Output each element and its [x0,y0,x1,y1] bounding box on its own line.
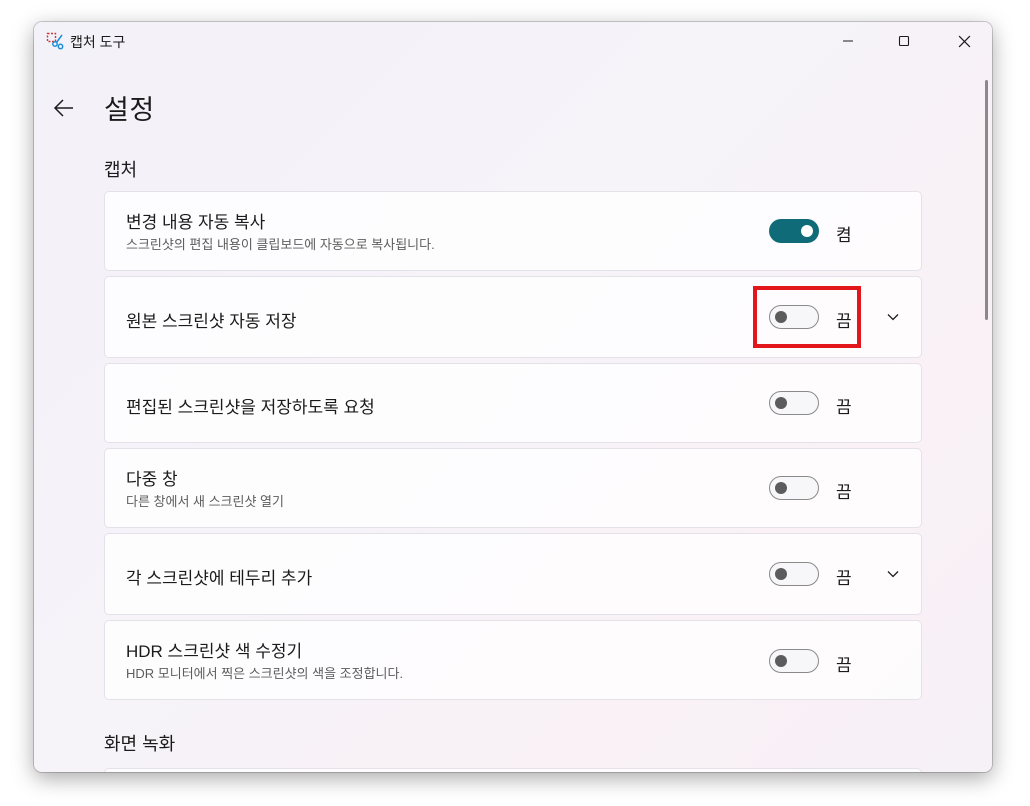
snipping-tool-icon [46,32,64,50]
setting-description: HDR 모니터에서 찍은 스크린샷의 색을 조정합니다. [126,666,404,681]
setting-title: 다중 창 [126,470,178,489]
setting-description: 다른 창에서 새 스크린샷 열기 [126,494,284,509]
toggle-state-label: 끔 [836,656,852,675]
scrollbar-thumb[interactable] [985,80,988,320]
section-header-screen-recording: 화면 녹화 [104,734,176,754]
expand-chevron-button[interactable] [883,307,903,327]
setting-title: 원본 스크린샷 자동 저장 [126,312,297,331]
close-button[interactable] [936,22,992,60]
next-setting-card-edge [104,768,922,772]
chevron-down-icon [887,314,899,321]
maximize-button[interactable] [876,22,932,60]
chevron-down-icon [887,571,899,578]
add-border-toggle[interactable] [769,562,819,586]
setting-title: 편집된 스크린샷을 저장하도록 요청 [126,398,375,417]
auto-copy-toggle[interactable] [769,219,819,243]
setting-title: 각 스크린샷에 테두리 추가 [126,569,313,588]
setting-card-multiple-windows: 다중 창 다른 창에서 새 스크린샷 열기 끔 [104,448,922,528]
setting-title: 변경 내용 자동 복사 [126,213,266,232]
setting-card-add-border[interactable]: 각 스크린샷에 테두리 추가 끔 [104,533,922,615]
setting-card-auto-copy: 변경 내용 자동 복사 스크린샷의 편집 내용이 클립보드에 자동으로 복사됩니… [104,191,922,271]
hdr-color-corrector-toggle[interactable] [769,649,819,673]
maximize-icon [898,35,910,47]
setting-card-hdr-color-corrector: HDR 스크린샷 색 수정기 HDR 모니터에서 찍은 스크린샷의 색을 조정합… [104,620,922,700]
section-header-capture: 캡처 [104,160,138,180]
window-title: 캡처 도구 [70,34,126,50]
highlight-annotation-box [753,286,861,348]
toggle-state-label: 끔 [836,569,852,588]
minimize-icon [843,40,853,42]
setting-card-ask-save-edited: 편집된 스크린샷을 저장하도록 요청 끔 [104,363,922,443]
page-title: 설정 [104,95,155,125]
back-arrow-icon [53,99,73,117]
ask-save-edited-toggle[interactable] [769,391,819,415]
toggle-state-label: 끔 [836,398,852,417]
back-button[interactable] [46,90,82,126]
settings-window: 캡처 도구 설정 캡처 변경 내용 자동 복사 스크린샷의 편집 내용이 클립보… [34,22,992,772]
toggle-state-label: 끔 [836,483,852,502]
setting-title: HDR 스크린샷 색 수정기 [126,642,303,661]
setting-description: 스크린샷의 편집 내용이 클립보드에 자동으로 복사됩니다. [126,237,435,252]
minimize-button[interactable] [820,22,876,60]
expand-chevron-button[interactable] [883,564,903,584]
toggle-state-label: 켬 [836,226,852,245]
close-icon [958,35,970,47]
title-bar: 캡처 도구 [34,22,992,60]
multiple-windows-toggle[interactable] [769,476,819,500]
